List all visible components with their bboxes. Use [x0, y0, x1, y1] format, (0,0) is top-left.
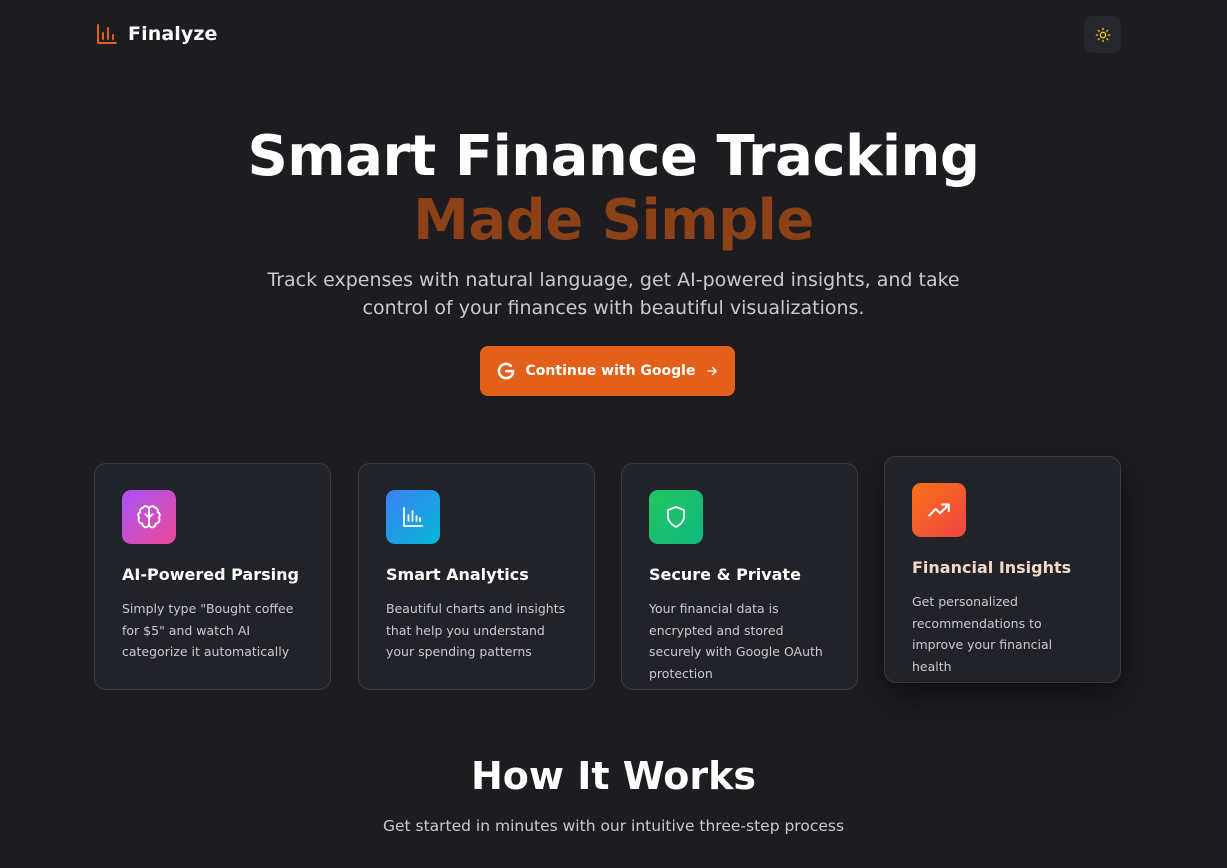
sun-icon	[1095, 27, 1111, 43]
feature-title: Secure & Private	[649, 565, 801, 584]
how-it-works-subtitle: Get started in minutes with our intuitiv…	[382, 817, 845, 835]
feature-title: Smart Analytics	[386, 565, 529, 584]
feature-title: AI-Powered Parsing	[122, 565, 299, 584]
how-it-works-title: How It Works	[470, 754, 757, 798]
google-icon	[496, 361, 516, 381]
hero-title-accent: Made Simple	[413, 188, 814, 253]
feature-description: Simply type "Bought coffee for $5" and w…	[122, 601, 294, 659]
feature-card-analytics: Smart Analytics Beautiful charts and ins…	[358, 463, 595, 690]
brand-name: Finalyze	[128, 23, 218, 45]
continue-with-google-button[interactable]: Continue with Google	[480, 346, 735, 396]
feature-title: Financial Insights	[912, 558, 1072, 577]
shield-icon	[649, 490, 703, 544]
feature-card-secure: Secure & Private Your financial data is …	[621, 463, 858, 690]
hero-subtitle: Track expenses with natural language, ge…	[267, 269, 960, 319]
brand-logo[interactable]: Finalyze	[95, 22, 217, 46]
cta-label: Continue with Google	[525, 363, 696, 379]
arrow-right-icon	[705, 364, 719, 378]
brain-icon	[122, 490, 176, 544]
bar-chart-icon	[386, 490, 440, 544]
trending-up-icon	[912, 483, 966, 537]
feature-description: Get personalized recommendations to impr…	[912, 594, 1053, 674]
feature-description: Beautiful charts and insights that help …	[386, 601, 566, 659]
hero-title: Smart Finance Tracking	[247, 124, 980, 189]
feature-description: Your financial data is encrypted and sto…	[649, 601, 823, 681]
bar-chart-icon	[95, 22, 119, 46]
landing-page: Finalyze Smart Finance Tracking Made Sim…	[0, 0, 1227, 868]
theme-toggle-button[interactable]	[1084, 16, 1121, 53]
feature-card-insights: Financial Insights Get personalized reco…	[884, 456, 1121, 683]
feature-card-ai-parsing: AI-Powered Parsing Simply type "Bought c…	[94, 463, 331, 690]
